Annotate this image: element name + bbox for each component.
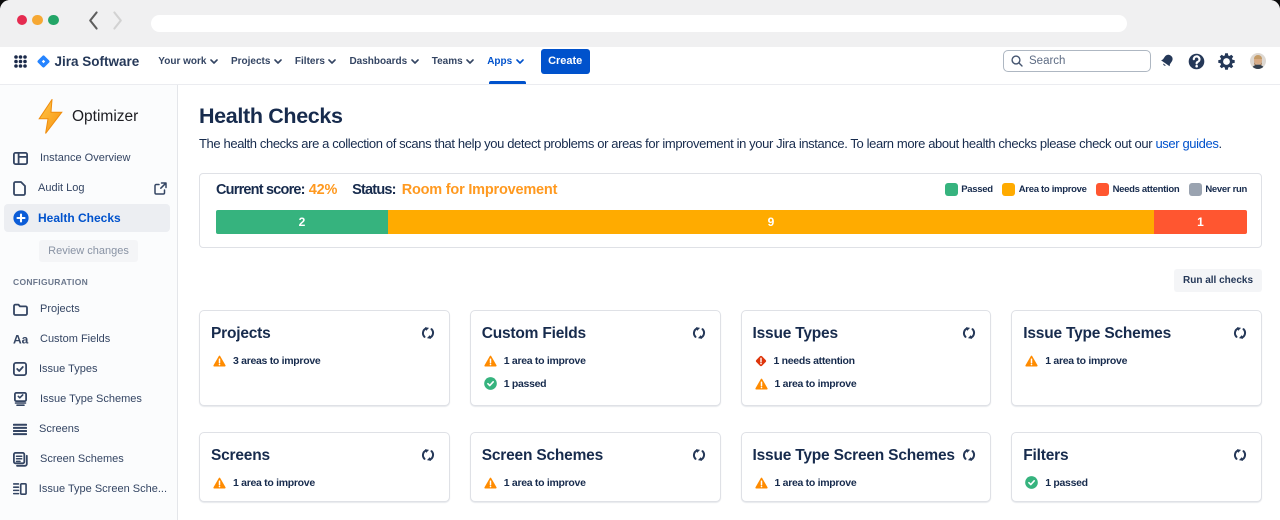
svg-text:Aa: Aa [13,333,29,345]
